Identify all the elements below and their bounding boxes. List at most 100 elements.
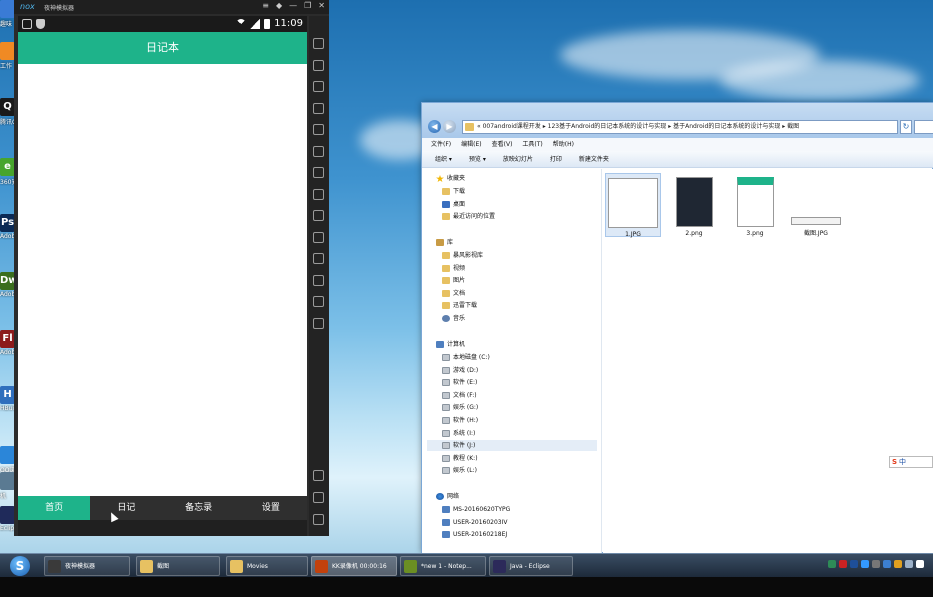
tree-item-network[interactable]: MS-20160620TYPG — [427, 504, 597, 515]
back-icon[interactable] — [313, 470, 324, 481]
tray-icon[interactable] — [905, 560, 913, 568]
tree-item-computer[interactable]: 软件 (E:) — [427, 377, 597, 388]
breadcrumb-segment[interactable]: 007android课程开发 — [481, 123, 541, 130]
file-item[interactable]: 1.JPG — [605, 173, 661, 238]
menu-icon[interactable]: ≡ — [262, 1, 269, 10]
home-icon[interactable] — [313, 492, 324, 503]
desktop-icon[interactable]: Q — [0, 98, 15, 116]
toolbar-button[interactable]: 打印 — [550, 151, 562, 167]
tree-item-computer[interactable]: 软件 (H:) — [427, 415, 597, 426]
more-icon[interactable] — [313, 253, 324, 264]
desktop-icon[interactable] — [0, 42, 15, 60]
recent-apps-icon[interactable] — [313, 514, 324, 525]
scissors-icon[interactable] — [313, 81, 324, 92]
tree-item-network[interactable]: USER-20160203IV — [427, 517, 597, 528]
taskbar-item[interactable]: 截图 — [136, 556, 220, 576]
tree-item-computer[interactable]: 游戏 (D:) — [427, 365, 597, 376]
nav-memo[interactable]: 备忘录 — [163, 496, 235, 520]
tree-item-computer[interactable]: 文档 (F:) — [427, 390, 597, 401]
taskbar-item[interactable]: Java - Eclipse — [489, 556, 573, 576]
tree-item-computer[interactable]: 本地磁盘 (C:) — [427, 352, 597, 363]
screenshot-icon[interactable] — [313, 59, 324, 71]
network-group[interactable]: 网络 — [436, 491, 459, 502]
desktop-icon[interactable]: e — [0, 158, 15, 176]
tree-item-computer[interactable]: 教程 (K:) — [427, 453, 597, 464]
breadcrumb-segment[interactable]: 基于Android的日记本系统的设计与实现 — [673, 123, 780, 130]
settings-icon[interactable] — [313, 296, 324, 307]
favorites-group[interactable]: 收藏夹 — [436, 173, 465, 184]
install-apk-icon[interactable] — [313, 210, 324, 221]
libraries-group[interactable]: 库 — [436, 237, 453, 248]
pin-icon[interactable]: ◆ — [276, 1, 282, 10]
desktop-icon[interactable]: Fl — [0, 330, 15, 348]
toolbar-button[interactable]: 新建文件夹 — [579, 151, 609, 167]
desktop-icon[interactable] — [0, 472, 15, 490]
file-item[interactable]: 2.png — [666, 173, 722, 237]
tray-icon[interactable] — [883, 560, 891, 568]
tree-item-favorites[interactable]: 桌面 — [427, 199, 597, 210]
tree-item-libraries[interactable]: 视频 — [427, 263, 597, 274]
volume-down-icon[interactable] — [313, 188, 324, 200]
tree-item-computer[interactable]: 系统 (I:) — [427, 428, 597, 439]
menu-item[interactable]: 帮助(H) — [553, 138, 574, 151]
menu-item[interactable]: 工具(T) — [522, 138, 542, 151]
desktop-icon[interactable]: H — [0, 386, 15, 404]
restore-icon[interactable]: ❐ — [304, 1, 311, 10]
toolbar-button[interactable]: 预览 ▾ — [469, 151, 486, 167]
taskbar-item[interactable]: *new 1 - Notep... — [400, 556, 486, 576]
taskbar-item[interactable]: KK录像机 00:00:16 — [311, 556, 397, 576]
tray-icon[interactable] — [861, 560, 869, 568]
menu-item[interactable]: 文件(F) — [431, 138, 451, 151]
refresh-icon[interactable]: ↻ — [900, 120, 912, 134]
forward-icon[interactable]: ▶ — [443, 120, 456, 133]
ime-language[interactable]: 中 — [899, 457, 906, 467]
desktop-icon[interactable]: Dw — [0, 272, 18, 290]
tray-icon[interactable] — [872, 560, 880, 568]
tree-item-computer[interactable]: 娱乐 (G:) — [427, 402, 597, 413]
breadcrumb-segment[interactable]: 123基于Android的日记本系统的设计与实现 — [548, 123, 667, 130]
toolbar-button[interactable]: 放映幻灯片 — [503, 151, 533, 167]
fullscreen-icon[interactable] — [313, 145, 324, 157]
taskbar-item[interactable]: 夜神模拟器 — [44, 556, 130, 576]
address-bar[interactable]: « 007android课程开发 ▸ 123基于Android的日记本系统的设计… — [462, 120, 898, 134]
nav-diary[interactable]: 日记 — [90, 496, 162, 520]
desktop-icon[interactable] — [0, 0, 15, 18]
file-item[interactable]: 截图.JPG — [788, 173, 844, 237]
breadcrumb-segment[interactable]: 截图 — [787, 123, 799, 130]
ime-toolbar[interactable]: S 中 — [889, 456, 933, 468]
close-icon[interactable]: ✕ — [318, 1, 325, 10]
tree-item-computer[interactable]: 软件 (J:) — [427, 440, 597, 452]
menu-item[interactable]: 查看(V) — [492, 138, 513, 151]
keyboard-icon[interactable] — [313, 38, 324, 49]
search-input[interactable] — [914, 120, 933, 134]
desktop-icon[interactable] — [0, 506, 15, 524]
nav-home[interactable]: 首页 — [18, 496, 91, 520]
tree-item-libraries[interactable]: 图片 — [427, 275, 597, 286]
minimize-icon[interactable]: — — [289, 1, 297, 10]
volume-up-icon[interactable] — [313, 167, 324, 178]
multi-instance-icon[interactable] — [313, 317, 324, 329]
tree-item-libraries[interactable]: 文档 — [427, 288, 597, 299]
tree-item-favorites[interactable]: 下载 — [427, 186, 597, 197]
back-icon[interactable]: ◀ — [428, 120, 441, 133]
toolbar-button[interactable]: 组织 ▾ — [435, 151, 452, 167]
location-icon[interactable] — [313, 102, 324, 114]
shake-icon[interactable] — [313, 231, 324, 243]
tree-item-network[interactable]: USER-20160218EJ — [427, 529, 597, 540]
tree-item-libraries[interactable]: 暴风影视库 — [427, 250, 597, 261]
desktop-icon[interactable]: Ps — [0, 214, 15, 232]
rotate-icon[interactable] — [313, 274, 324, 286]
start-button[interactable]: S — [10, 556, 30, 576]
nav-settings[interactable]: 设置 — [235, 496, 307, 520]
tray-icon[interactable] — [828, 560, 836, 568]
tree-item-libraries[interactable]: 音乐 — [427, 313, 597, 324]
menu-item[interactable]: 编辑(E) — [461, 138, 481, 151]
file-item[interactable]: 3.png — [727, 173, 783, 237]
tree-item-favorites[interactable]: 最近访问的位置 — [427, 211, 597, 222]
tray-icon[interactable] — [839, 560, 847, 568]
tree-item-computer[interactable]: 娱乐 (L:) — [427, 465, 597, 476]
nox-titlebar[interactable]: nox 夜神模拟器 ≡ ◆ — ❐ ✕ — [14, 0, 329, 14]
camera-icon[interactable] — [313, 124, 324, 135]
taskbar-item[interactable]: Movies — [226, 556, 308, 576]
computer-group[interactable]: 计算机 — [436, 339, 465, 350]
